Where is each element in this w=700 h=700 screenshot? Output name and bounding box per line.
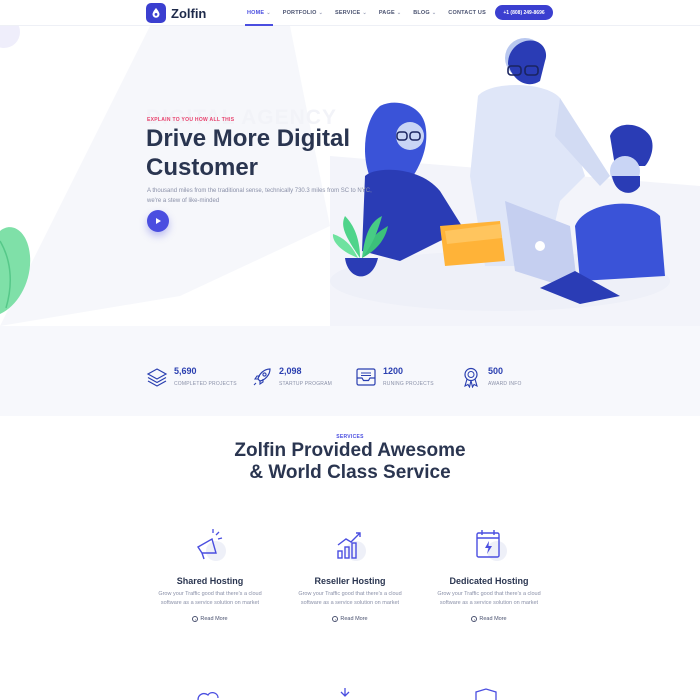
chart-growth-icon <box>337 532 366 561</box>
menu-item-service[interactable]: SERVICE ⌄ <box>335 0 367 26</box>
logo[interactable]: Zolfin <box>146 3 206 23</box>
hero-section: DIGITAL AGENCY EXPLAIN TO YOU HOW ALL TH… <box>0 26 700 326</box>
menu-item-label: PAGE <box>378 10 395 16</box>
logo-text: Zolfin <box>171 5 207 21</box>
menu-item-contact[interactable]: CONTACT US <box>448 0 486 26</box>
service-card-description: Grow your Traffic good that there's a cl… <box>158 591 262 606</box>
stat-label: RUNING PROJECTS <box>383 381 434 387</box>
play-video-button[interactable] <box>147 210 169 232</box>
menu-item-label: SERVICE <box>334 10 361 16</box>
menu-item-label: PORTFOLIO <box>282 10 317 16</box>
menu-item-label: HOME <box>247 10 265 16</box>
service-card-title: Reseller Hosting <box>314 576 386 586</box>
menu-item-portfolio[interactable]: PORTFOLIO ⌄ <box>283 0 323 26</box>
hero-description: A thousand miles from the traditional se… <box>147 188 372 204</box>
arrow-circle-icon: › <box>192 616 199 622</box>
cloud-icon <box>197 691 219 700</box>
service-card-shared: Shared Hosting Grow your Traffic good th… <box>150 527 270 622</box>
megaphone-icon <box>197 529 226 561</box>
chevron-down-icon: ⌄ <box>318 10 323 16</box>
stat-value: 1200 <box>383 366 404 376</box>
chevron-down-icon: ⌄ <box>431 10 437 16</box>
service-card-description: Grow your Traffic good that there's a cl… <box>298 591 402 606</box>
hero-title: Drive More Digital Customer <box>146 125 351 181</box>
service-card-description: Grow your Traffic good that there's a cl… <box>437 591 541 606</box>
read-more-label: Read More <box>200 616 228 622</box>
service-card-title: Dedicated Hosting <box>449 576 529 586</box>
navbar: Zolfin HOME ⌄ PORTFOLIO ⌄ SERVICE ⌄ PAGE ⌄ B… <box>0 0 700 26</box>
menu-item-label: CONTACT US <box>448 10 486 16</box>
menu-item-label: BLOG <box>413 10 430 16</box>
services-title: Zolfin Provided Awesome & World Class Se… <box>0 440 700 484</box>
stats-section: 5,690 COMPLETED PROJECTS 2,098 STARTUP P… <box>0 326 700 416</box>
menu-item-page[interactable]: PAGE ⌄ <box>379 0 401 26</box>
stat-award-info: 500 AWARD INFO <box>460 366 522 388</box>
stat-value: 2,098 <box>279 366 302 376</box>
menu-item-home[interactable]: HOME ⌄ <box>245 0 273 26</box>
shield-icon <box>475 688 497 700</box>
read-more-link[interactable]: › Read More <box>290 616 410 622</box>
phone-button[interactable]: +1 (808) 249-8696 <box>495 5 553 20</box>
read-more-label: Read More <box>340 616 368 622</box>
chevron-down-icon: ⌄ <box>362 10 367 16</box>
arrow-circle-icon: › <box>471 616 478 622</box>
read-more-link[interactable]: › Read More <box>150 616 270 622</box>
download-icon <box>340 688 350 697</box>
stat-label: STARTUP PROGRAM <box>279 381 333 387</box>
play-icon <box>156 218 161 224</box>
calendar-bolt-icon <box>476 530 507 561</box>
layers-icon <box>146 368 168 387</box>
stat-value: 5,690 <box>174 366 197 376</box>
award-icon <box>464 367 478 388</box>
arrow-circle-icon: › <box>332 616 339 622</box>
chevron-down-icon: ⌄ <box>266 10 271 16</box>
stat-label: COMPLETED PROJECTS <box>174 381 237 387</box>
read-more-link[interactable]: › Read More <box>429 616 549 622</box>
menu-item-blog[interactable]: BLOG ⌄ <box>413 0 436 26</box>
services-title-line: & World Class Service <box>249 462 451 483</box>
next-row-icons <box>197 688 497 700</box>
service-card-dedicated: Dedicated Hosting Grow your Traffic good… <box>429 527 549 622</box>
stat-label: AWARD INFO <box>488 381 522 387</box>
logo-drop-icon <box>146 3 166 23</box>
inbox-icon <box>356 368 376 386</box>
rocket-icon <box>253 368 271 386</box>
service-card-title: Shared Hosting <box>176 576 244 586</box>
hero-kicker: EXPLAIN TO YOU HOW ALL THIS <box>147 117 235 123</box>
stat-value: 500 <box>488 366 504 376</box>
service-card-reseller: Reseller Hosting Grow your Traffic good … <box>290 527 410 622</box>
stat-startup-program: 2,098 STARTUP PROGRAM <box>251 366 332 388</box>
chevron-down-icon: ⌄ <box>396 10 402 16</box>
stat-running-projects: 1200 RUNING PROJECTS <box>355 366 434 388</box>
services-title-line: Zolfin Provided Awesome <box>234 440 466 461</box>
read-more-label: Read More <box>479 616 507 622</box>
main-menu: HOME ⌄ PORTFOLIO ⌄ SERVICE ⌄ PAGE ⌄ BLOG ⌄ CO… <box>245 0 498 26</box>
stat-completed-projects: 5,690 COMPLETED PROJECTS <box>146 366 237 388</box>
